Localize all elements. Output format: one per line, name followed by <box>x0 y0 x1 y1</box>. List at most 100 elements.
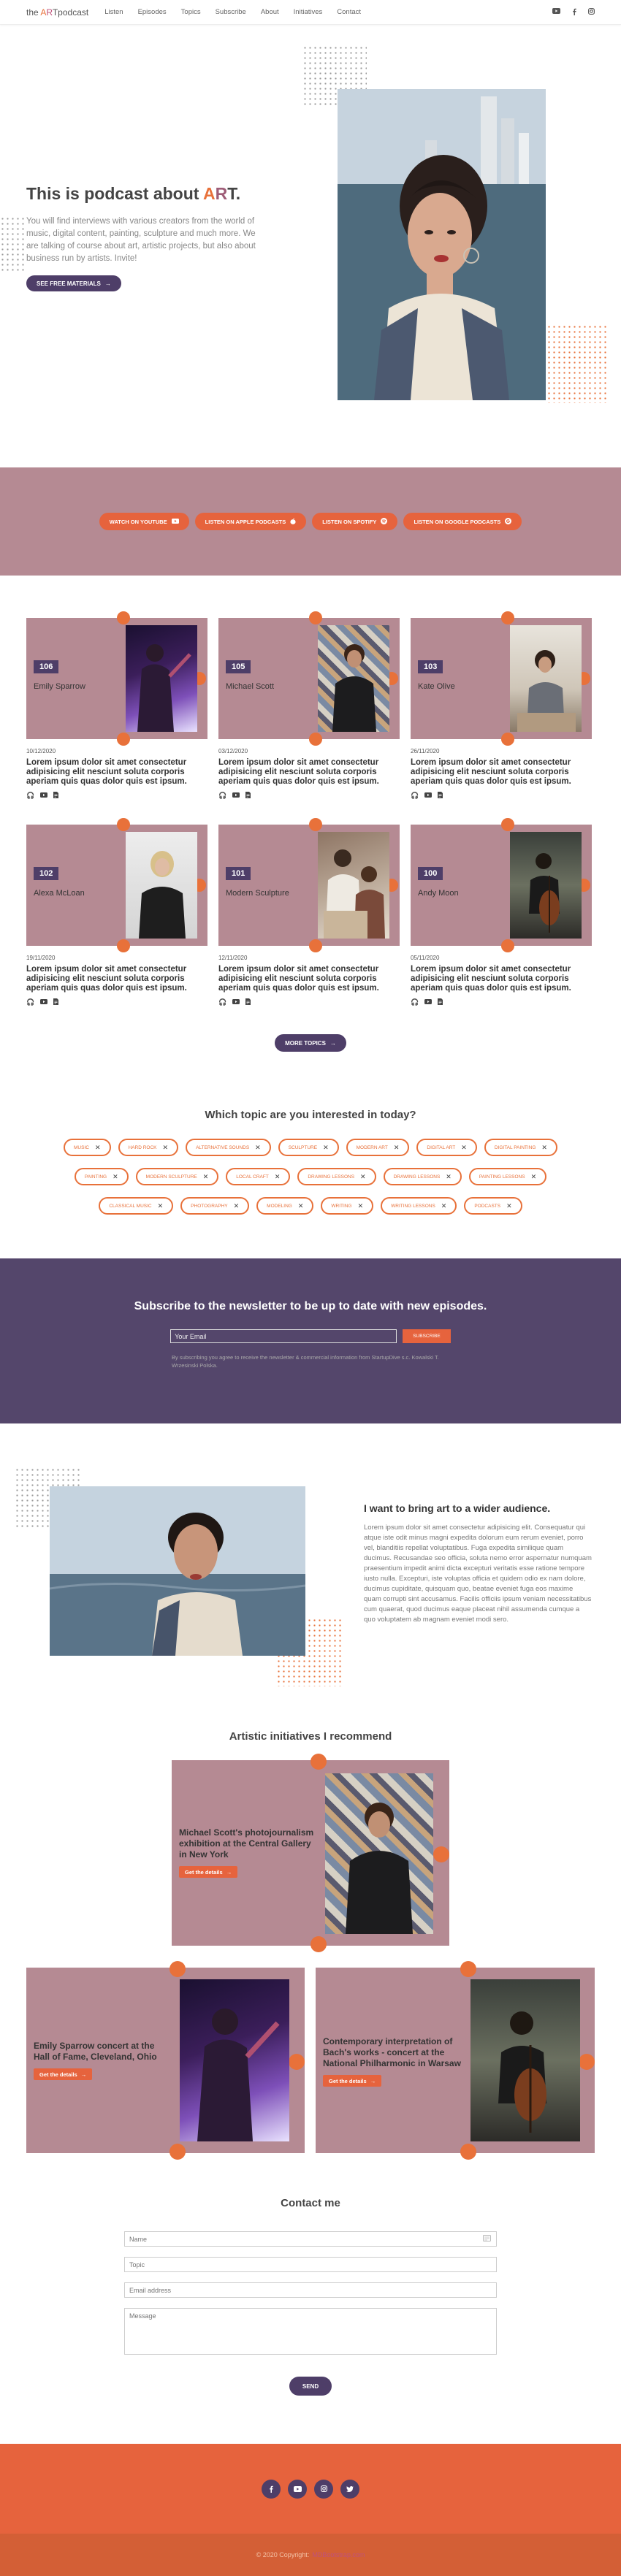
brand-logo[interactable]: the ARTpodcast <box>26 7 88 18</box>
close-icon[interactable]: ✕ <box>394 1144 400 1152</box>
facebook-icon[interactable] <box>572 8 576 17</box>
close-icon[interactable]: ✕ <box>360 1173 366 1181</box>
youtube-icon[interactable] <box>288 2479 307 2499</box>
email-input[interactable] <box>124 2282 497 2298</box>
close-icon[interactable]: ✕ <box>358 1202 364 1210</box>
listen-on-google-podcasts-button[interactable]: LISTEN ON GOOGLE PODCASTS <box>403 513 522 530</box>
headphones-icon[interactable]: 🎧 <box>26 998 34 1006</box>
youtube-icon[interactable] <box>424 998 433 1006</box>
close-icon[interactable]: ✕ <box>461 1144 467 1152</box>
name-input[interactable] <box>124 2231 497 2247</box>
get-the-details-button[interactable]: Get the details → <box>179 1866 238 1878</box>
topic-chip[interactable]: DRAWING LESSONS ✕ <box>297 1168 376 1185</box>
youtube-icon[interactable] <box>424 792 433 800</box>
close-icon[interactable]: ✕ <box>203 1173 209 1181</box>
listen-on-apple-podcasts-button[interactable]: LISTEN ON APPLE PODCASTS <box>194 513 307 530</box>
close-icon[interactable]: ✕ <box>158 1202 164 1210</box>
episode-card[interactable]: 106 Emily Sparrow 10/12/2020 Lorem ipsum… <box>26 611 207 800</box>
episode-card[interactable]: 105 Michael Scott 03/12/2020 Lorem ipsum… <box>218 611 400 800</box>
close-icon[interactable]: ✕ <box>255 1144 261 1152</box>
see-free-materials-button[interactable]: SEE FREE MATERIALS → <box>26 275 121 291</box>
close-icon[interactable]: ✕ <box>441 1202 447 1210</box>
youtube-icon[interactable] <box>40 998 48 1006</box>
document-icon[interactable] <box>245 792 251 800</box>
episode-card[interactable]: 101 Modern Sculpture 12/11/2020 Lorem ip… <box>218 818 400 1006</box>
nav-link-topics[interactable]: Topics <box>181 8 201 16</box>
document-icon[interactable] <box>245 998 251 1006</box>
nav-link-about[interactable]: About <box>261 8 279 16</box>
copyright-link[interactable]: MDBootstrap.com <box>312 2551 365 2558</box>
topic-chip[interactable]: WRITING LESSONS ✕ <box>381 1197 457 1215</box>
topic-chip[interactable]: LOCAL CRAFT ✕ <box>226 1168 291 1185</box>
episode-card[interactable]: 103 Kate Olive 26/11/2020 Lorem ipsum do… <box>411 611 592 800</box>
headphones-icon[interactable]: 🎧 <box>26 792 34 800</box>
twitter-icon[interactable] <box>340 2479 359 2499</box>
get-the-details-button[interactable]: Get the details → <box>323 2075 382 2087</box>
episode-title[interactable]: Lorem ipsum dolor sit amet consectetur a… <box>218 758 400 787</box>
close-icon[interactable]: ✕ <box>298 1202 304 1210</box>
topic-chip[interactable]: WRITING ✕ <box>321 1197 374 1215</box>
nav-link-listen[interactable]: Listen <box>104 8 123 16</box>
episode-title[interactable]: Lorem ipsum dolor sit amet consectetur a… <box>26 758 207 787</box>
episode-title[interactable]: Lorem ipsum dolor sit amet consectetur a… <box>218 965 400 993</box>
close-icon[interactable]: ✕ <box>234 1202 240 1210</box>
topic-chip[interactable]: MODELING ✕ <box>256 1197 314 1215</box>
topic-chip[interactable]: SCULPTURE ✕ <box>278 1139 339 1156</box>
topic-chip[interactable]: MODERN SCULPTURE ✕ <box>135 1168 219 1185</box>
youtube-icon[interactable] <box>552 7 560 17</box>
close-icon[interactable]: ✕ <box>531 1173 537 1181</box>
get-the-details-button[interactable]: Get the details → <box>34 2068 93 2080</box>
headphones-icon[interactable]: 🎧 <box>218 998 226 1006</box>
close-icon[interactable]: ✕ <box>275 1173 281 1181</box>
nav-link-initiatives[interactable]: Initiatives <box>294 8 323 16</box>
send-button[interactable]: SEND <box>289 2377 332 2396</box>
document-icon[interactable] <box>438 998 443 1006</box>
topic-input[interactable] <box>124 2257 497 2272</box>
topic-chip[interactable]: CLASSICAL MUSIC ✕ <box>99 1197 174 1215</box>
youtube-icon[interactable] <box>40 792 48 800</box>
close-icon[interactable]: ✕ <box>323 1144 329 1152</box>
close-icon[interactable]: ✕ <box>163 1144 169 1152</box>
topic-chip[interactable]: DIGITAL PAINTING ✕ <box>484 1139 557 1156</box>
instagram-icon[interactable] <box>314 2479 333 2499</box>
instagram-icon[interactable] <box>588 7 595 17</box>
topic-chip[interactable]: HARD ROCK ✕ <box>118 1139 179 1156</box>
topic-chip[interactable]: DRAWING LESSONS ✕ <box>383 1168 462 1185</box>
topic-chip[interactable]: MUSIC ✕ <box>64 1139 111 1156</box>
document-icon[interactable] <box>53 998 59 1006</box>
listen-on-spotify-button[interactable]: LISTEN ON SPOTIFY <box>312 513 398 530</box>
close-icon[interactable]: ✕ <box>95 1144 101 1152</box>
topic-chip[interactable]: PODCASTS ✕ <box>464 1197 522 1215</box>
close-icon[interactable]: ✕ <box>541 1144 547 1152</box>
youtube-icon[interactable] <box>232 998 240 1006</box>
topic-chip[interactable]: PHOTOGRAPHY ✕ <box>180 1197 250 1215</box>
episode-title[interactable]: Lorem ipsum dolor sit amet consectetur a… <box>411 965 592 993</box>
topic-chip[interactable]: DIGITAL ART ✕ <box>416 1139 477 1156</box>
close-icon[interactable]: ✕ <box>446 1173 452 1181</box>
document-icon[interactable] <box>438 792 443 800</box>
close-icon[interactable]: ✕ <box>506 1202 512 1210</box>
subscribe-button[interactable]: SUBSCRIBE <box>403 1329 451 1343</box>
topic-chip[interactable]: MODERN ART ✕ <box>346 1139 410 1156</box>
episode-title[interactable]: Lorem ipsum dolor sit amet consectetur a… <box>26 965 207 993</box>
document-icon[interactable] <box>53 792 59 800</box>
youtube-icon[interactable] <box>232 792 240 800</box>
nav-link-contact[interactable]: Contact <box>337 8 361 16</box>
headphones-icon[interactable]: 🎧 <box>411 998 419 1006</box>
more-topics-button[interactable]: MORE TOPICS → <box>275 1034 346 1052</box>
episode-card[interactable]: 102 Alexa McLoan 19/11/2020 Lorem ipsum … <box>26 818 207 1006</box>
facebook-icon[interactable] <box>262 2479 281 2499</box>
close-icon[interactable]: ✕ <box>113 1173 118 1181</box>
topic-chip[interactable]: PAINTING ✕ <box>74 1168 129 1185</box>
episode-card[interactable]: 100 Andy Moon 05/11/2020 Lorem ipsum dol… <box>411 818 592 1006</box>
watch-on-youtube-button[interactable]: WATCH ON YOUTUBE <box>99 513 189 530</box>
headphones-icon[interactable]: 🎧 <box>218 792 226 800</box>
episode-title[interactable]: Lorem ipsum dolor sit amet consectetur a… <box>411 758 592 787</box>
newsletter-email-input[interactable] <box>170 1329 397 1343</box>
headphones-icon[interactable]: 🎧 <box>411 792 419 800</box>
topic-chip[interactable]: ALTERNATIVE SOUNDS ✕ <box>186 1139 271 1156</box>
message-textarea[interactable] <box>124 2308 497 2355</box>
nav-link-episodes[interactable]: Episodes <box>138 8 167 16</box>
nav-link-subscribe[interactable]: Subscribe <box>216 8 246 16</box>
topic-chip[interactable]: PAINTING LESSONS ✕ <box>468 1168 547 1185</box>
